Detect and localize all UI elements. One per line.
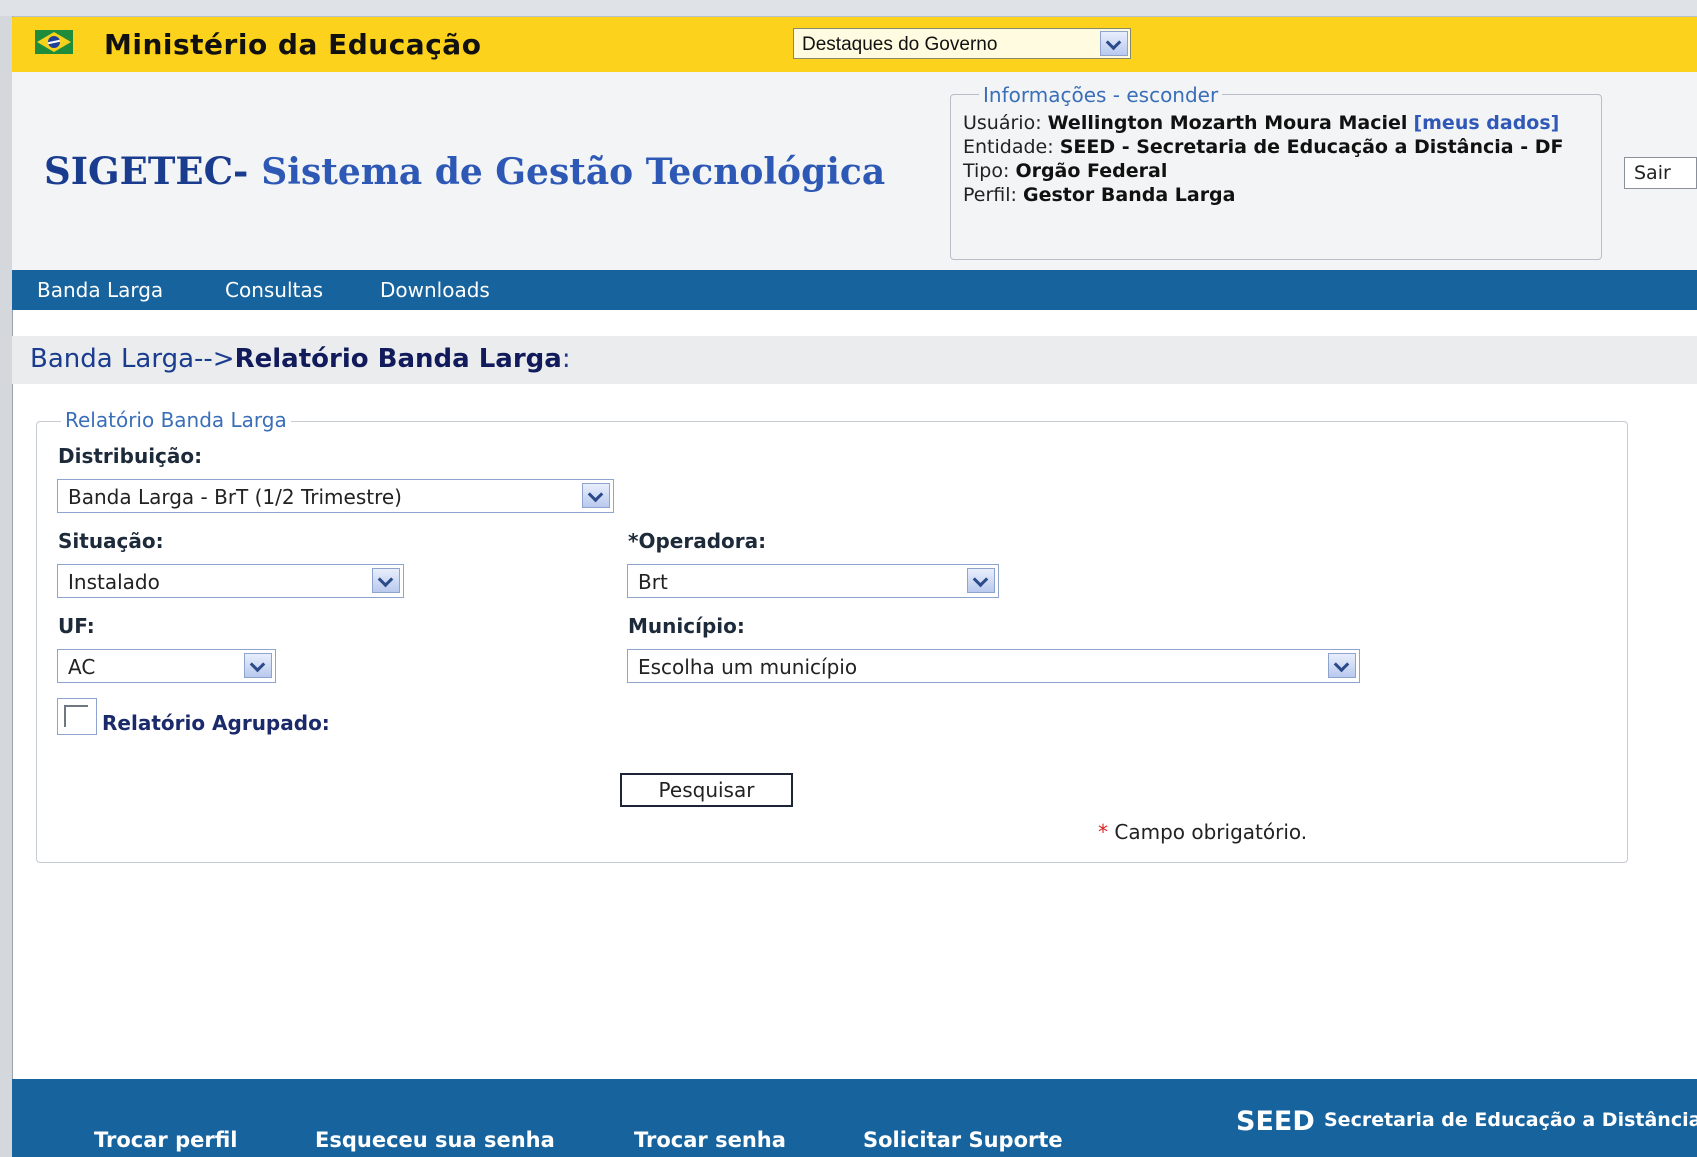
footer-link-forgot-password[interactable]: Esqueceu sua senha	[315, 1128, 555, 1152]
breadcrumb-parent[interactable]: Banda Larga-->	[30, 344, 235, 374]
seed-logo: SEED	[1236, 1106, 1315, 1137]
search-button[interactable]: Pesquisar	[620, 773, 793, 807]
government-highlights-select[interactable]: Destaques do Governo	[793, 28, 1131, 59]
footer-link-support[interactable]: Solicitar Suporte	[863, 1128, 1063, 1152]
municipality-value: Escolha um município	[638, 655, 858, 679]
distribution-select[interactable]: Banda Larga - BrT (1/2 Trimestre)	[57, 479, 614, 513]
municipality-select[interactable]: Escolha um município	[627, 649, 1360, 683]
nav-item-banda-larga[interactable]: Banda Larga	[37, 278, 163, 302]
my-data-link[interactable]: [meus dados]	[1413, 112, 1559, 134]
type-label: Tipo:	[963, 160, 1010, 182]
chevron-down-icon[interactable]	[244, 653, 272, 678]
grouped-report-checkbox[interactable]	[57, 698, 97, 735]
system-title: SIGETEC- Sistema de Gestão Tecnológica	[44, 149, 885, 193]
chevron-down-icon[interactable]	[1328, 653, 1356, 678]
breadcrumb-current: Relatório Banda Larga	[234, 344, 562, 374]
chevron-down-icon[interactable]	[582, 483, 610, 508]
nav-item-downloads[interactable]: Downloads	[380, 278, 490, 302]
situation-value: Instalado	[68, 570, 160, 594]
seed-name: Secretaria de Educação a Distância	[1324, 1109, 1697, 1131]
footer: Trocar perfil Esqueceu sua senha Trocar …	[12, 1079, 1697, 1157]
entity-label: Entidade:	[963, 136, 1054, 158]
municipality-label: Município:	[628, 614, 745, 638]
nav-item-consultas[interactable]: Consultas	[225, 278, 323, 302]
system-acronym: SIGETEC-	[44, 149, 249, 193]
chevron-down-icon[interactable]	[967, 568, 995, 593]
info-toggle-link[interactable]: Informações - esconder	[979, 83, 1223, 107]
profile-value: Gestor Banda Larga	[1022, 184, 1236, 206]
browser-top-strip	[0, 0, 1697, 17]
grouped-report-label: Relatório Agrupado:	[102, 711, 330, 735]
operator-label: *Operadora:	[628, 529, 767, 553]
user-name: Wellington Mozarth Moura Maciel	[1047, 112, 1408, 134]
uf-select[interactable]: AC	[57, 649, 276, 683]
entity-value: SEED - Secretaria de Educação a Distânci…	[1059, 136, 1564, 158]
browser-page: Ministério da Educação Destaques do Gove…	[0, 0, 1697, 1157]
government-bar: Ministério da Educação Destaques do Gove…	[12, 17, 1697, 72]
type-value: Orgão Federal	[1015, 160, 1168, 182]
chevron-down-icon[interactable]	[1100, 31, 1128, 56]
uf-label: UF:	[58, 614, 95, 638]
distribution-label: Distribuição:	[58, 444, 203, 468]
ministry-title[interactable]: Ministério da Educação	[104, 28, 481, 61]
government-highlights-value: Destaques do Governo	[802, 34, 998, 55]
situation-label: Situação:	[58, 529, 164, 553]
brazil-flag-icon	[35, 30, 73, 54]
operator-value: Brt	[638, 570, 668, 594]
chevron-down-icon[interactable]	[372, 568, 400, 593]
distribution-value: Banda Larga - BrT (1/2 Trimestre)	[68, 485, 402, 509]
user-label: Usuário:	[963, 112, 1042, 134]
system-name: Sistema de Gestão Tecnológica	[261, 151, 886, 193]
form-legend: Relatório Banda Larga	[61, 408, 291, 432]
user-info-details: Usuário: Wellington Mozarth Moura Maciel…	[963, 111, 1593, 207]
operator-select[interactable]: Brt	[627, 564, 999, 598]
required-star: *	[1098, 820, 1108, 844]
user-info-box: Informações - esconder Usuário: Wellingt…	[950, 83, 1602, 260]
breadcrumb-suffix: :	[561, 344, 571, 374]
situation-select[interactable]: Instalado	[57, 564, 404, 598]
required-field-note: * Campo obrigatório.	[1098, 820, 1307, 844]
required-text: Campo obrigatório.	[1114, 820, 1308, 844]
system-header: SIGETEC- Sistema de Gestão Tecnológica I…	[12, 72, 1697, 270]
footer-link-change-password[interactable]: Trocar senha	[634, 1128, 786, 1152]
uf-value: AC	[68, 655, 96, 679]
breadcrumb-text: Banda Larga-->Relatório Banda Larga:	[30, 344, 571, 374]
profile-label: Perfil:	[963, 184, 1017, 206]
logout-button[interactable]: Sair	[1624, 157, 1697, 189]
breadcrumb: Banda Larga-->Relatório Banda Larga:	[12, 336, 1697, 384]
footer-link-change-profile[interactable]: Trocar perfil	[94, 1128, 237, 1152]
main-nav: Banda Larga Consultas Downloads	[12, 270, 1697, 310]
